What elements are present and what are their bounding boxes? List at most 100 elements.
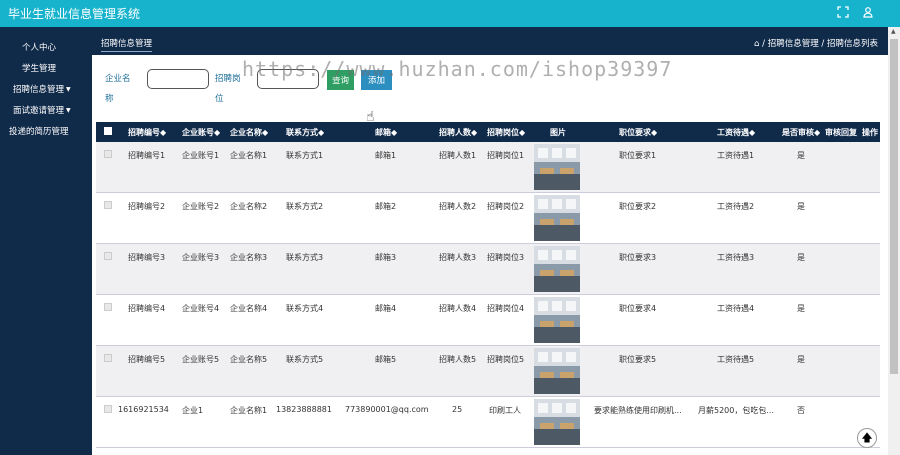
table-row: 招聘编号4 企业账号4 企业名称4 联系方式4 邮箱4 招聘人数4 招聘岗位4 …: [96, 295, 880, 346]
sidebar-item-personal-center[interactable]: 个人中心: [0, 41, 92, 53]
cell-id: 招聘编号3: [128, 253, 166, 262]
cell-position: 招聘岗位1: [487, 151, 525, 160]
cell-account: 企业账号3: [182, 253, 220, 262]
col-header[interactable]: 招聘编号◆: [128, 127, 166, 138]
cell-contact: 联系方式2: [286, 202, 324, 211]
office-photo[interactable]: [534, 297, 580, 343]
cell-requirement: 要求能熟练使用印刷机...: [594, 406, 682, 415]
col-header[interactable]: 工资待遇◆: [717, 127, 755, 138]
top-bar: 毕业生就业信息管理系统: [0, 0, 900, 27]
scroll-up-icon[interactable]: ▲: [891, 28, 896, 35]
cell-audited: 是: [797, 151, 805, 160]
back-to-top-button[interactable]: 🡅: [857, 428, 877, 448]
cell-salary: 工资待遇1: [717, 151, 755, 160]
col-header[interactable]: 联系方式◆: [286, 127, 324, 138]
breadcrumb: ⌂ / 招聘信息管理 / 招聘信息列表: [754, 39, 878, 49]
sidebar-item-student-management[interactable]: 学生管理: [0, 62, 92, 74]
cell-requirement: 职位要求5: [619, 355, 657, 364]
main-content: 招聘信息管理 ⌂ / 招聘信息管理 / 招聘信息列表 企业名称 招聘岗位 查询 …: [92, 27, 888, 455]
user-icon[interactable]: [861, 6, 875, 20]
col-header: 操作: [862, 128, 878, 137]
sidebar-item-interview-management[interactable]: 面试邀请管理 ▼: [0, 104, 92, 116]
cell-company: 企业名称3: [230, 253, 268, 262]
office-photo[interactable]: [534, 195, 580, 241]
sidebar: 个人中心 学生管理 招聘信息管理 ▼ 面试邀请管理 ▼ 投递的简历管理: [0, 27, 92, 455]
office-photo[interactable]: [534, 399, 580, 445]
cell-company: 企业名称2: [230, 202, 268, 211]
row-checkbox[interactable]: [104, 303, 112, 311]
table-row: 招聘编号1 企业账号1 企业名称1 联系方式1 邮箱1 招聘人数1 招聘岗位1 …: [96, 142, 880, 193]
col-header[interactable]: 邮箱◆: [375, 127, 397, 138]
col-header[interactable]: 是否审核◆: [782, 127, 820, 138]
office-photo[interactable]: [534, 348, 580, 394]
cell-contact: 13823888881: [276, 405, 332, 414]
cell-salary: 月薪5200，包吃包...: [698, 406, 774, 415]
tab-recruitment-management[interactable]: 招聘信息管理: [101, 37, 153, 52]
sidebar-item-resume-management[interactable]: 投递的简历管理: [0, 125, 92, 137]
chevron-down-icon: ▼: [66, 107, 71, 114]
cell-id: 招聘编号5: [128, 355, 166, 364]
watermark: https://www.huzhan.com/ishop39397: [242, 57, 673, 81]
cell-requirement: 职位要求1: [619, 151, 657, 160]
cell-count: 招聘人数4: [439, 304, 477, 313]
cell-requirement: 职位要求4: [619, 304, 657, 313]
cell-email: 邮箱5: [375, 355, 397, 364]
row-checkbox[interactable]: [104, 150, 112, 158]
table-row: 招聘编号2 企业账号2 企业名称2 联系方式2 邮箱2 招聘人数2 招聘岗位2 …: [96, 193, 880, 244]
vertical-scrollbar[interactable]: ▲: [888, 27, 900, 455]
cell-requirement: 职位要求2: [619, 202, 657, 211]
office-photo[interactable]: [534, 246, 580, 292]
app-title: 毕业生就业信息管理系统: [8, 7, 141, 21]
col-header[interactable]: 招聘岗位◆: [487, 127, 525, 138]
cell-salary: 工资待遇5: [717, 355, 755, 364]
scrollbar-thumb[interactable]: [890, 39, 898, 374]
col-header: 图片: [550, 128, 566, 137]
breadcrumb-bar: 招聘信息管理 ⌂ / 招聘信息管理 / 招聘信息列表: [92, 27, 888, 55]
cell-position: 印刷工人: [489, 406, 521, 415]
select-all-checkbox[interactable]: [104, 127, 112, 137]
row-checkbox[interactable]: [104, 201, 112, 209]
cell-email: 邮箱1: [375, 151, 397, 160]
company-name-input[interactable]: [147, 69, 209, 89]
cell-requirement: 职位要求3: [619, 253, 657, 262]
col-header[interactable]: 招聘人数◆: [439, 127, 477, 138]
cell-salary: 工资待遇2: [717, 202, 755, 211]
row-checkbox[interactable]: [104, 405, 112, 413]
cell-position: 招聘岗位5: [487, 355, 525, 364]
cell-account: 企业账号2: [182, 202, 220, 211]
cell-count: 招聘人数5: [439, 355, 477, 364]
col-header[interactable]: 职位要求◆: [619, 127, 657, 138]
cell-audited: 是: [797, 304, 805, 313]
col-header: 审核回复: [825, 128, 857, 137]
cell-audited: 否: [797, 406, 805, 415]
office-photo[interactable]: [534, 144, 580, 190]
cell-count: 25: [452, 405, 463, 414]
cell-contact: 联系方式4: [286, 304, 324, 313]
cell-id: 招聘编号1: [128, 151, 166, 160]
row-checkbox[interactable]: [104, 252, 112, 260]
col-header[interactable]: 企业名称◆: [230, 127, 268, 138]
fullscreen-icon[interactable]: [836, 6, 850, 20]
cell-email: 邮箱2: [375, 202, 397, 211]
cell-account: 企业账号1: [182, 151, 220, 160]
col-header[interactable]: 企业账号◆: [182, 127, 220, 138]
chevron-down-icon: ▼: [66, 86, 71, 93]
cell-company: 企业名称1: [230, 151, 268, 160]
cell-contact: 联系方式1: [286, 151, 324, 160]
cell-contact: 联系方式5: [286, 355, 324, 364]
cell-position: 招聘岗位3: [487, 253, 525, 262]
row-checkbox[interactable]: [104, 354, 112, 362]
table-row: 1616921534 企业1 企业名称1 13823888881 7738900…: [96, 397, 880, 448]
table-row: 招聘编号3 企业账号3 企业名称3 联系方式3 邮箱3 招聘人数3 招聘岗位3 …: [96, 244, 880, 295]
cell-account: 企业账号5: [182, 355, 220, 364]
cell-email: 邮箱3: [375, 253, 397, 262]
cell-contact: 联系方式3: [286, 253, 324, 262]
sidebar-item-recruitment-management[interactable]: 招聘信息管理 ▼: [0, 83, 92, 95]
cell-account: 企业1: [182, 406, 204, 415]
cell-id: 招聘编号4: [128, 304, 166, 313]
cell-account: 企业账号4: [182, 304, 220, 313]
table-row: 招聘编号5 企业账号5 企业名称5 联系方式5 邮箱5 招聘人数5 招聘岗位5 …: [96, 346, 880, 397]
cell-salary: 工资待遇4: [717, 304, 755, 313]
table-header: 招聘编号◆ 企业账号◆ 企业名称◆ 联系方式◆ 邮箱◆ 招聘人数◆ 招聘岗位◆ …: [96, 122, 880, 142]
cell-audited: 是: [797, 202, 805, 211]
